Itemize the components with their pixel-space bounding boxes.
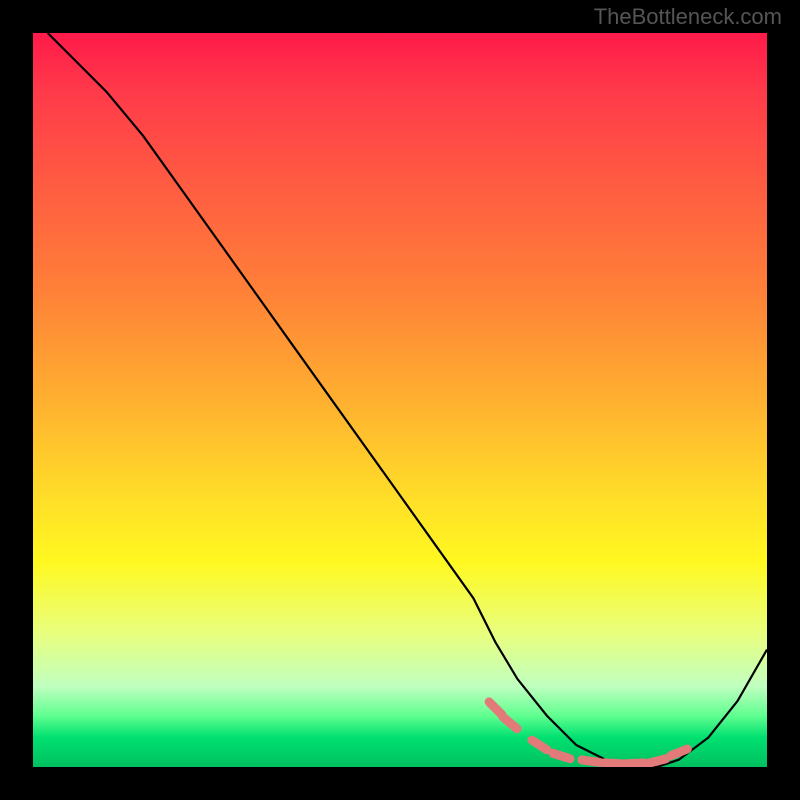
highlight-marker: [648, 759, 665, 763]
highlight-marker: [626, 763, 644, 764]
highlight-marker: [604, 763, 622, 764]
chart-background-gradient: [33, 33, 767, 767]
highlight-marker: [532, 740, 547, 750]
highlight-marker: [582, 760, 600, 763]
highlight-marker: [671, 749, 688, 756]
highlight-marker: [503, 717, 517, 729]
highlight-markers-group: [489, 702, 687, 764]
highlight-marker: [553, 753, 570, 758]
bottleneck-curve-path: [48, 33, 767, 767]
watermark-text: TheBottleneck.com: [594, 4, 782, 30]
chart-svg-layer: [33, 33, 767, 767]
highlight-marker: [489, 702, 502, 715]
